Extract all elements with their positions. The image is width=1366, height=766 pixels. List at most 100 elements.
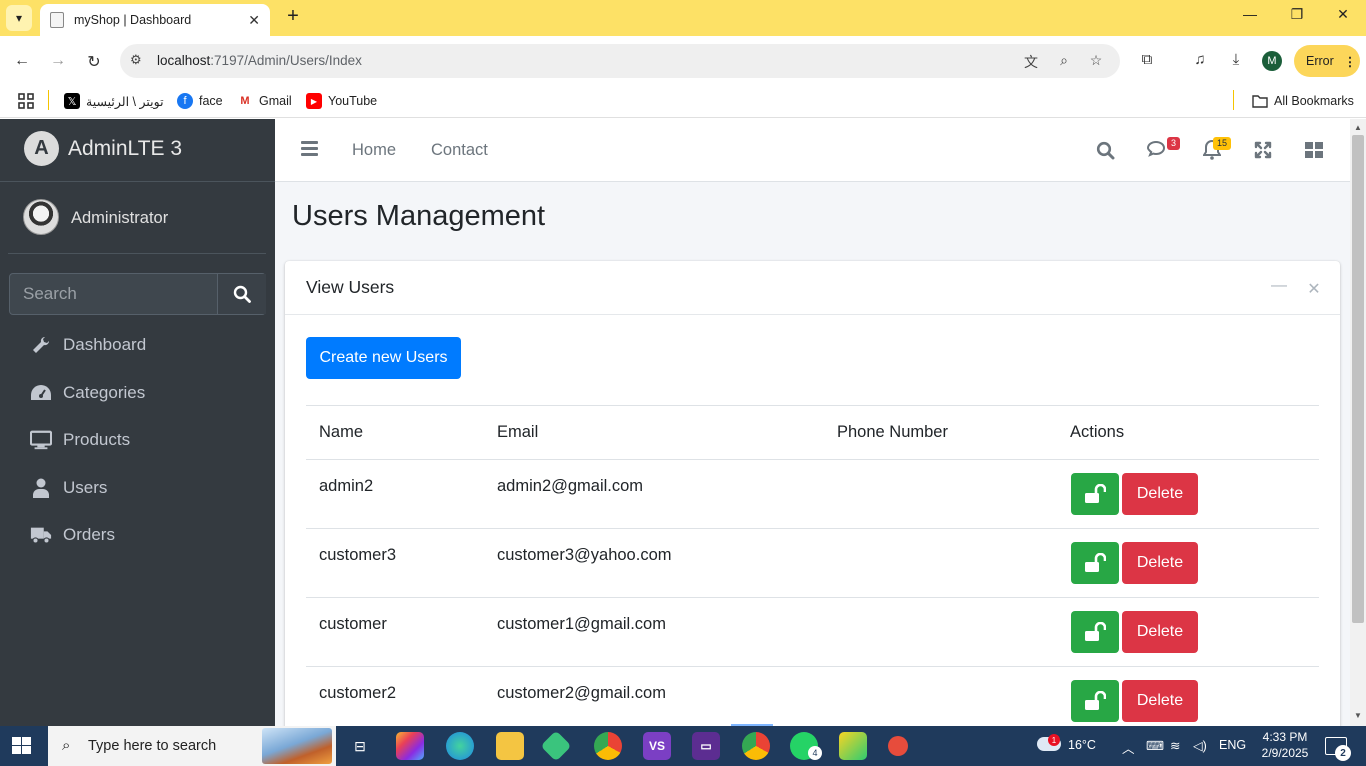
taskbar-search[interactable]: ⌕ Type here to search xyxy=(48,726,336,766)
snipping-tool-icon[interactable] xyxy=(888,736,908,756)
sidebar: A AdminLTE 3 Administrator Dashboard Cat… xyxy=(0,119,275,726)
back-icon[interactable]: ← xyxy=(12,52,32,70)
fullscreen-icon[interactable] xyxy=(1252,139,1274,161)
x-icon: 𝕏 xyxy=(64,93,80,109)
translate-icon[interactable]: 文 xyxy=(1022,52,1040,72)
scroll-thumb[interactable] xyxy=(1352,135,1364,623)
nav-link-home[interactable]: Home xyxy=(352,141,396,160)
close-icon[interactable]: ✕ xyxy=(1305,279,1323,299)
forward-icon[interactable]: → xyxy=(48,52,68,70)
table-row: customer3 customer3@yahoo.com Delete xyxy=(306,528,1319,597)
unlock-user-button[interactable] xyxy=(1071,473,1119,515)
sidebar-search-input[interactable] xyxy=(10,274,217,314)
new-tab-button[interactable]: + xyxy=(282,5,304,28)
bookmark-gmail[interactable]: M Gmail xyxy=(237,91,292,111)
copilot-icon[interactable] xyxy=(396,732,424,760)
extensions-icon[interactable]: ⧉ xyxy=(1137,51,1157,68)
brand-link[interactable]: A AdminLTE 3 xyxy=(0,119,275,182)
sidebar-search xyxy=(9,273,266,315)
close-window-icon[interactable]: ✕ xyxy=(1333,6,1353,23)
wrench-icon xyxy=(30,335,52,355)
url-text[interactable]: localhost:7197/Admin/Users/Index xyxy=(157,53,362,68)
sidebar-search-button[interactable] xyxy=(217,274,266,314)
card-title: View Users xyxy=(306,277,395,297)
create-user-button[interactable]: Create new Users xyxy=(306,337,461,379)
user-email-cell: customer2@gmail.com xyxy=(497,684,666,702)
desktop-icon xyxy=(30,430,52,450)
taskbar-clock[interactable]: 4:33 PM 2/9/2025 xyxy=(1250,729,1320,761)
gauge-icon xyxy=(30,384,52,402)
media-icon[interactable]: ♫ xyxy=(1190,51,1210,68)
apps-icon[interactable] xyxy=(18,91,34,111)
user-icon xyxy=(30,478,52,498)
user-name[interactable]: Administrator xyxy=(71,209,168,228)
table-header-row: Name Email Phone Number Actions xyxy=(306,405,1319,459)
delete-user-button[interactable]: Delete xyxy=(1122,473,1198,515)
tab-search-button[interactable]: ▾ xyxy=(6,5,32,31)
collapse-icon[interactable]: — xyxy=(1270,277,1288,295)
task-view-icon[interactable]: ⊟ xyxy=(346,732,374,760)
tray-chevron-icon[interactable]: ︿ xyxy=(1122,738,1135,757)
gmail-icon: M xyxy=(237,93,253,109)
site-info-icon[interactable]: ⚙ xyxy=(130,52,142,68)
notification-count-badge: 2 xyxy=(1335,745,1351,761)
nav-link-contact[interactable]: Contact xyxy=(431,141,488,160)
bookmark-face[interactable]: f face xyxy=(177,91,223,111)
unlock-user-button[interactable] xyxy=(1071,542,1119,584)
edge-icon[interactable] xyxy=(446,732,474,760)
scroll-down-icon[interactable]: ▼ xyxy=(1350,711,1366,720)
ime-icon[interactable]: ⌨ xyxy=(1146,738,1164,753)
bookmark-youtube[interactable]: ▶ YouTube xyxy=(306,91,377,111)
profile-avatar[interactable]: M xyxy=(1262,51,1282,71)
page-scrollbar[interactable]: ▲ ▼ xyxy=(1350,119,1366,726)
bookmarks-divider xyxy=(1233,90,1234,110)
search-icon[interactable] xyxy=(1094,139,1116,161)
reload-icon[interactable]: ↻ xyxy=(84,52,104,72)
app-icon[interactable] xyxy=(540,730,572,762)
folder-icon xyxy=(1252,93,1268,109)
zoom-icon[interactable]: ⌕ xyxy=(1055,52,1073,69)
download-icon[interactable]: ⤓ xyxy=(1226,51,1246,68)
unlock-user-button[interactable] xyxy=(1071,611,1119,653)
chrome-icon[interactable] xyxy=(594,732,622,760)
restore-icon[interactable]: ❐ xyxy=(1287,6,1307,23)
delete-user-button[interactable]: Delete xyxy=(1122,611,1198,653)
terminal-icon[interactable]: ▭ xyxy=(692,732,720,760)
wifi-icon[interactable]: ≋ xyxy=(1170,738,1180,753)
error-button[interactable]: Error ⋮ xyxy=(1294,45,1360,77)
page-title: Users Management xyxy=(292,200,546,232)
volume-icon[interactable]: ◁) xyxy=(1193,738,1207,753)
hamburger-menu-icon[interactable] xyxy=(301,141,318,159)
brand-logo: A xyxy=(24,131,59,166)
delete-user-button[interactable]: Delete xyxy=(1122,542,1198,584)
minimize-icon[interactable]: — xyxy=(1240,6,1260,22)
windows-start-icon[interactable] xyxy=(12,737,32,755)
unlock-user-button[interactable] xyxy=(1071,680,1119,722)
column-header-name: Name xyxy=(319,423,364,441)
chrome-profile-icon[interactable] xyxy=(742,732,770,760)
close-tab-icon[interactable]: ✕ xyxy=(248,12,260,29)
sidebar-item-users[interactable]: Users xyxy=(8,468,266,508)
column-header-phone: Phone Number xyxy=(837,423,948,441)
sidebar-item-categories[interactable]: Categories xyxy=(8,373,266,413)
browser-tab[interactable]: myShop | Dashboard ✕ xyxy=(40,4,270,36)
delete-user-button[interactable]: Delete xyxy=(1122,680,1198,722)
unlock-icon xyxy=(1085,553,1106,572)
comments-icon[interactable] xyxy=(1147,139,1169,161)
weather-temp[interactable]: 16°C xyxy=(1068,738,1096,752)
control-sidebar-icon[interactable] xyxy=(1303,139,1325,161)
sidebar-item-products[interactable]: Products xyxy=(8,420,266,460)
all-bookmarks[interactable]: All Bookmarks xyxy=(1252,91,1354,111)
bookmark-star-icon[interactable]: ☆ xyxy=(1087,52,1105,69)
notifications-badge: 15 xyxy=(1213,137,1232,150)
visual-studio-icon[interactable]: VS xyxy=(643,732,671,760)
sidebar-item-dashboard[interactable]: Dashboard xyxy=(8,325,266,365)
bookmark-twitter[interactable]: 𝕏 تويتر \ الرئيسية xyxy=(64,91,164,111)
sidebar-item-orders[interactable]: Orders xyxy=(8,515,266,555)
language-indicator[interactable]: ENG xyxy=(1219,738,1246,752)
app-icon[interactable] xyxy=(839,732,867,760)
column-header-email: Email xyxy=(497,423,539,441)
file-explorer-icon[interactable] xyxy=(496,732,524,760)
scroll-up-icon[interactable]: ▲ xyxy=(1350,123,1366,132)
top-navbar: Home Contact 3 15 xyxy=(275,119,1350,182)
